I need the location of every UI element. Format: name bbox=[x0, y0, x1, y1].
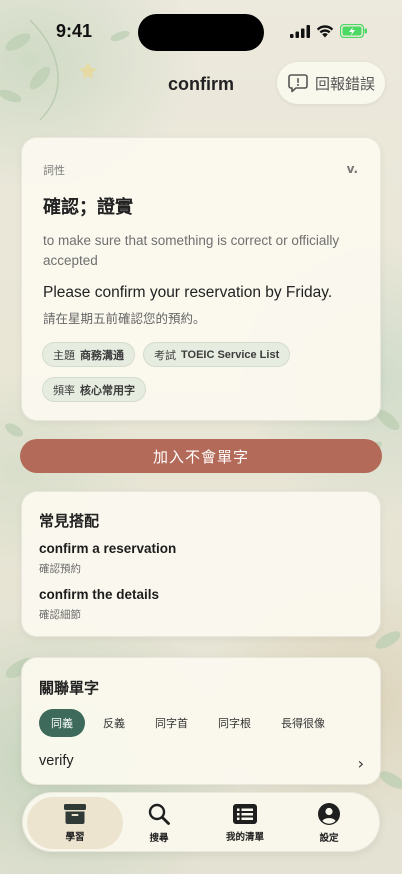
status-icons bbox=[290, 24, 368, 38]
collocation-meaning: 確認預約 bbox=[39, 563, 81, 575]
list-icon bbox=[233, 804, 257, 824]
add-to-unknown-words-button[interactable]: 加入不會單字 bbox=[20, 439, 382, 473]
collocation-meaning: 確認細節 bbox=[39, 609, 81, 621]
word-definition-card: 詞性 v. 確認；證實 to make sure that something … bbox=[21, 137, 381, 421]
magnifier-icon bbox=[148, 803, 170, 825]
tag-topic: 主題 商務溝通 bbox=[42, 342, 135, 367]
related-word-item[interactable]: verify bbox=[39, 753, 74, 769]
related-words-tabs: 同義 反義 同字首 同字根 長得很像 bbox=[39, 709, 337, 737]
tag-label: 考試 bbox=[154, 348, 176, 362]
collocation-item: confirm a reservation 確認預約 bbox=[39, 541, 176, 576]
cellular-signal-icon bbox=[290, 24, 310, 38]
tab-my-list[interactable]: 我的清單 bbox=[203, 797, 287, 849]
archive-box-icon bbox=[64, 804, 86, 824]
related-words-title: 關聯單字 bbox=[39, 679, 100, 697]
collocation-phrase: confirm the details bbox=[39, 587, 160, 602]
chevron-right-icon[interactable]: › bbox=[358, 754, 364, 773]
speech-bubble-exclamation-icon bbox=[288, 74, 308, 93]
collocations-title: 常見搭配 bbox=[39, 512, 100, 530]
example-sentence-english: Please confirm your reservation by Frida… bbox=[43, 284, 333, 301]
definition-english: to make sure that something is correct o… bbox=[43, 233, 340, 268]
word-tags: 主題 商務溝通 考試 TOEIC Service List 頻率 核心常用字 bbox=[42, 342, 362, 402]
tag-value: 商務溝通 bbox=[80, 349, 124, 362]
collocation-phrase: confirm a reservation bbox=[39, 541, 177, 556]
collocation-item: confirm the details 確認細節 bbox=[39, 587, 159, 622]
tab-synonyms[interactable]: 同義 bbox=[39, 709, 85, 737]
example-sentence-chinese: 請在星期五前確認您的預約。 bbox=[43, 311, 206, 326]
report-error-button[interactable]: 回報錯誤 bbox=[277, 62, 385, 104]
report-error-label: 回報錯誤 bbox=[314, 74, 375, 93]
tab-settings-label: 設定 bbox=[319, 833, 339, 844]
tag-value: 核心常用字 bbox=[80, 384, 135, 397]
person-icon bbox=[318, 803, 340, 825]
wifi-icon bbox=[316, 24, 334, 37]
tab-search[interactable]: 搜尋 bbox=[123, 797, 195, 849]
status-bar: 9:41 bbox=[0, 0, 402, 62]
bottom-tab-bar: 學習 搜尋 我的清單 設定 bbox=[22, 792, 380, 852]
battery-charging-icon bbox=[340, 24, 367, 38]
tab-same-root[interactable]: 同字根 bbox=[206, 709, 263, 737]
tab-same-prefix[interactable]: 同字首 bbox=[143, 709, 200, 737]
tab-antonyms[interactable]: 反義 bbox=[91, 709, 137, 737]
tab-search-label: 搜尋 bbox=[149, 833, 169, 844]
collocations-card: 常見搭配 confirm a reservation 確認預約 confirm … bbox=[21, 491, 381, 637]
status-time: 9:41 bbox=[56, 21, 93, 41]
part-of-speech-value: v. bbox=[346, 162, 358, 176]
part-of-speech-label: 詞性 bbox=[43, 164, 65, 177]
tab-settings[interactable]: 設定 bbox=[293, 797, 365, 849]
tab-learn-label: 學習 bbox=[65, 832, 85, 843]
related-words-card: 關聯單字 同義 反義 同字首 同字根 長得很像 verify › bbox=[21, 657, 381, 785]
dynamic-island bbox=[138, 14, 264, 51]
tag-frequency: 頻率 核心常用字 bbox=[42, 377, 146, 402]
tab-my-list-label: 我的清單 bbox=[225, 832, 264, 843]
tab-learn[interactable]: 學習 bbox=[27, 797, 123, 849]
tag-label: 頻率 bbox=[53, 383, 75, 397]
tab-look-alike[interactable]: 長得很像 bbox=[269, 709, 337, 737]
tag-exam: 考試 TOEIC Service List bbox=[143, 342, 291, 367]
tag-value: TOEIC Service List bbox=[181, 348, 280, 361]
tag-label: 主題 bbox=[53, 348, 75, 362]
definition-chinese: 確認；證實 bbox=[43, 197, 133, 218]
